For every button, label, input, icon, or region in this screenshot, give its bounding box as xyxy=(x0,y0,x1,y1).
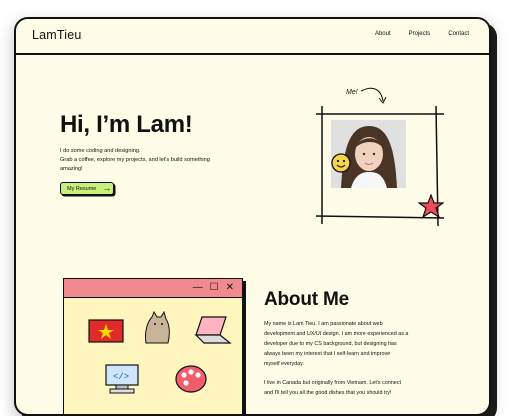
vietnam-flag-icon xyxy=(88,319,124,343)
profile-photo-frame xyxy=(316,106,444,226)
cat-icon xyxy=(145,311,170,344)
hero-intro-line-2: Grab a coffee, explore my projects, and … xyxy=(60,157,210,163)
code-monitor-icon: </> xyxy=(105,364,139,394)
me-label: Me! xyxy=(346,89,358,96)
about-p1-line: development and UX/UI design. I am more … xyxy=(264,331,409,337)
svg-text:</>: </> xyxy=(113,372,129,382)
resume-button-label: My Resume xyxy=(67,185,97,192)
about-paragraph-1: My name is Lam Tieu. I am passionate abo… xyxy=(264,319,454,369)
about-p1-line: always been my interest that I self-lear… xyxy=(264,351,391,357)
about-p2-line: I live in Canada but originally from Vie… xyxy=(264,380,401,386)
laptop-icon xyxy=(194,316,232,344)
nav-link-projects[interactable]: Projects xyxy=(409,31,431,37)
nav-link-contact[interactable]: Contact xyxy=(448,31,469,37)
about-p1-line: My name is Lam Tieu. I am passionate abo… xyxy=(264,321,383,327)
hero-intro-line-3: amazing! xyxy=(60,166,83,172)
nav-links: About Projects Contact xyxy=(375,31,469,37)
site-logo[interactable]: LamTieu xyxy=(32,28,82,42)
illustration-window: — ☐ ✕ </> xyxy=(63,278,243,414)
about-p1-line: myself everyday. xyxy=(264,361,305,367)
maximize-icon[interactable]: ☐ xyxy=(210,283,219,293)
curved-arrow-icon xyxy=(360,87,387,104)
about-p2-line: and I'll tell you all the good dishes th… xyxy=(264,390,392,396)
window-title-bar: — ☐ ✕ xyxy=(64,279,242,298)
arrow-right-icon: → xyxy=(102,183,112,193)
about-p1-line: developer due to my CS background, but d… xyxy=(264,341,397,347)
paint-palette-icon xyxy=(175,365,207,393)
hero-intro-line-1: I do some coding and designing. xyxy=(60,148,141,154)
red-star-icon xyxy=(418,194,444,219)
top-nav: LamTieu About Projects Contact xyxy=(16,19,489,55)
hero-title: Hi, I’m Lam! xyxy=(60,111,193,138)
minimize-icon[interactable]: — xyxy=(193,283,203,293)
smiley-face-icon xyxy=(331,153,351,173)
close-icon[interactable]: ✕ xyxy=(226,283,234,293)
about-title: About Me xyxy=(264,289,349,310)
resume-button[interactable]: My Resume → xyxy=(60,182,114,195)
nav-link-about[interactable]: About xyxy=(375,31,391,37)
device-frame: LamTieu About Projects Contact Hi, I’m L… xyxy=(14,17,491,416)
window-controls: — ☐ ✕ xyxy=(193,283,234,293)
about-paragraph-2: I live in Canada but originally from Vie… xyxy=(264,378,454,398)
